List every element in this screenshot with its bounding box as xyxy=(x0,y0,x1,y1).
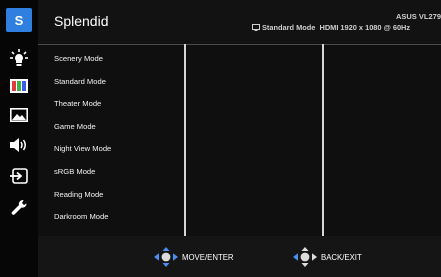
back-joystick-icon xyxy=(293,247,317,267)
speaker-icon xyxy=(10,138,26,152)
move-enter-hint: MOVE/ENTER xyxy=(154,247,234,267)
input-select-icon[interactable] xyxy=(4,165,34,187)
system-setup-icon[interactable] xyxy=(4,197,34,219)
menu-item-theater-mode[interactable]: Theater Mode xyxy=(54,99,111,122)
back-exit-hint: BACK/EXIT xyxy=(293,247,362,267)
input-icon xyxy=(10,168,28,184)
navigation-joystick-icon xyxy=(154,247,178,267)
column-divider xyxy=(322,44,324,240)
picture-icon xyxy=(10,108,28,122)
menu-footer: MOVE/ENTER BACK/EXIT xyxy=(38,236,441,277)
page-title: Splendid xyxy=(54,13,109,29)
color-icon[interactable] xyxy=(4,75,34,97)
splendid-icon[interactable]: S xyxy=(6,8,32,32)
bulb-icon xyxy=(10,49,28,66)
wrench-icon xyxy=(11,199,27,215)
menu-header: Splendid Standard Mode HDMI 1920 x 1080 … xyxy=(38,0,441,45)
color-bars-icon xyxy=(10,79,28,93)
osd-window: S Splendid Standard Mode HDMI 1920 x 108… xyxy=(0,0,441,277)
menu-sidebar: S xyxy=(0,0,38,277)
model-name: ASUS VL279 xyxy=(395,12,441,21)
menu-item-srgb-mode[interactable]: sRGB Mode xyxy=(54,167,111,190)
menu-item-night-view-mode[interactable]: Night View Mode xyxy=(54,144,111,167)
status-text: Standard Mode HDMI 1920 x 1080 @ 60Hz xyxy=(262,23,411,32)
sound-icon[interactable] xyxy=(4,134,34,156)
menu-item-reading-mode[interactable]: Reading Mode xyxy=(54,190,111,213)
menu-item-standard-mode[interactable]: Standard Mode xyxy=(54,77,111,100)
blue-light-filter-icon[interactable] xyxy=(4,47,34,69)
monitor-icon xyxy=(252,24,260,31)
menu-item-darkroom-mode[interactable]: Darkroom Mode xyxy=(54,212,111,235)
splendid-mode-list: Scenery Mode Standard Mode Theater Mode … xyxy=(54,54,111,235)
column-divider xyxy=(184,44,186,240)
status-info: Standard Mode HDMI 1920 x 1080 @ 60Hz xyxy=(252,23,410,32)
menu-item-scenery-mode[interactable]: Scenery Mode xyxy=(54,54,111,77)
menu-item-game-mode[interactable]: Game Mode xyxy=(54,122,111,145)
move-enter-label: MOVE/ENTER xyxy=(182,252,234,262)
image-icon[interactable] xyxy=(4,104,34,126)
back-exit-label: BACK/EXIT xyxy=(321,252,362,262)
